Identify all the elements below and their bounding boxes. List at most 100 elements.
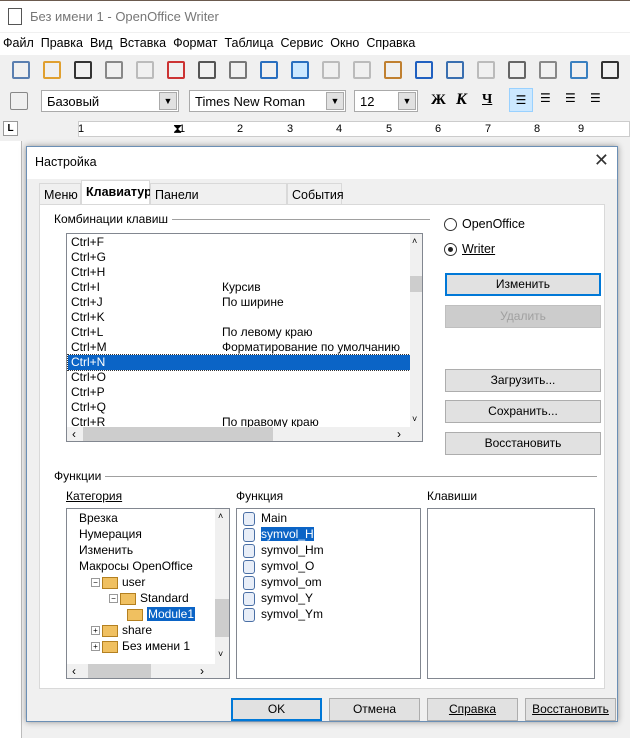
shortcut-row[interactable]: Ctrl+F — [68, 235, 412, 250]
function-item[interactable]: Main — [240, 511, 324, 527]
table-icon[interactable] — [539, 61, 557, 79]
function-item[interactable]: symvol_O — [240, 559, 324, 575]
radio-openoffice-label[interactable]: OpenOffice — [462, 217, 525, 231]
shortcut-row[interactable]: Ctrl+Q — [68, 400, 412, 415]
styles-icon[interactable] — [10, 92, 28, 110]
font-name-combo[interactable]: Times New Roman ▼ — [189, 90, 346, 112]
align-center-button[interactable]: ☰ — [540, 91, 551, 105]
function-item[interactable]: symvol_Y — [240, 591, 324, 607]
menu-item[interactable]: Формат — [170, 33, 221, 55]
cancel-button[interactable]: Отмена — [329, 698, 420, 721]
menu-item[interactable]: Справка — [363, 33, 419, 55]
close-icon[interactable]: ✕ — [594, 150, 609, 171]
paste-icon[interactable] — [384, 61, 402, 79]
category-tree[interactable]: Врезка Нумерация Изменить Макросы OpenOffic… — [66, 508, 230, 679]
underline-button[interactable]: Ч — [482, 92, 492, 108]
redo-icon[interactable] — [477, 61, 495, 79]
chevron-left-icon[interactable]: ‹ — [72, 664, 76, 678]
collapse-icon[interactable]: − — [91, 578, 100, 588]
scroll-thumb[interactable] — [215, 599, 229, 637]
shortcut-row[interactable]: Ctrl+O — [68, 370, 412, 385]
horizontal-scrollbar[interactable]: ‹ › — [67, 427, 422, 441]
menu-item[interactable]: Вид — [87, 33, 117, 55]
menu-item[interactable]: Таблица — [221, 33, 277, 55]
save-button[interactable]: Сохранить... — [445, 400, 601, 423]
draw-icon[interactable] — [570, 61, 588, 79]
menu-item[interactable]: Окно — [327, 33, 363, 55]
reset-keys-button[interactable]: Восстановить — [445, 432, 601, 455]
chevron-down-icon[interactable]: ˅ — [218, 649, 223, 659]
chevron-down-icon[interactable]: ▼ — [159, 92, 177, 110]
email-icon[interactable] — [105, 61, 123, 79]
autospellcheck-icon[interactable] — [291, 61, 309, 79]
keys-list[interactable] — [427, 508, 595, 679]
chevron-right-icon[interactable]: › — [397, 427, 401, 441]
tab-keyboard[interactable]: Клавиатура — [81, 180, 159, 205]
delete-button[interactable]: Удалить — [445, 305, 601, 328]
collapse-icon[interactable]: − — [109, 594, 118, 604]
category-item[interactable]: Макросы OpenOffice — [67, 559, 217, 575]
shortcut-row[interactable]: Ctrl+L По левому краю — [68, 325, 412, 340]
shortcut-row[interactable]: Ctrl+P — [68, 385, 412, 400]
shortcut-row[interactable]: Ctrl+I Курсив — [68, 280, 412, 295]
shortcut-row[interactable]: Ctrl+J По ширине — [68, 295, 412, 310]
category-item[interactable]: + share — [67, 623, 217, 639]
chevron-up-icon[interactable]: ˄ — [412, 236, 417, 246]
category-item[interactable]: − user — [67, 575, 217, 591]
menu-item[interactable]: Правка — [38, 33, 87, 55]
chevron-down-icon[interactable]: ▼ — [326, 92, 344, 110]
new-document-icon[interactable] — [12, 61, 30, 79]
bold-button[interactable]: Ж — [431, 92, 446, 109]
clone-format-icon[interactable] — [415, 61, 433, 79]
shortcut-row[interactable]: Ctrl+M Форматирование по умолчанию — [68, 340, 412, 355]
category-item[interactable]: Нумерация — [67, 527, 217, 543]
horizontal-scrollbar[interactable]: ‹ › — [67, 664, 229, 678]
chevron-left-icon[interactable]: ‹ — [72, 427, 76, 441]
chevron-right-icon[interactable]: › — [200, 664, 204, 678]
function-item[interactable]: symvol_om — [240, 575, 324, 591]
paragraph-style-combo[interactable]: Базовый ▼ — [41, 90, 179, 112]
category-item[interactable]: + Без имени 1 — [67, 639, 217, 655]
help-button[interactable]: Справка — [427, 698, 518, 721]
align-left-button[interactable]: ☰ — [509, 88, 533, 112]
function-item[interactable]: symvol_Ym — [240, 607, 324, 623]
shortcut-row[interactable]: Ctrl+H — [68, 265, 412, 280]
radio-openoffice[interactable] — [444, 218, 457, 231]
save-icon[interactable] — [74, 61, 92, 79]
page-preview-icon[interactable] — [229, 61, 247, 79]
menu-item[interactable]: Сервис — [277, 33, 327, 55]
indent-marker-icon[interactable]: ⧗ — [173, 121, 182, 137]
vertical-scrollbar[interactable]: ˄ ˅ — [410, 234, 422, 429]
align-right-button[interactable]: ☰ — [565, 91, 576, 105]
scroll-thumb[interactable] — [83, 427, 273, 441]
radio-writer[interactable] — [444, 243, 457, 256]
edit-file-icon[interactable] — [136, 61, 154, 79]
tab-events[interactable]: События — [287, 183, 344, 205]
category-item[interactable]: Module1 — [67, 607, 217, 623]
load-button[interactable]: Загрузить... — [445, 369, 601, 392]
tab-stop-selector[interactable]: L — [3, 121, 18, 136]
tab-menu[interactable]: Меню — [39, 183, 81, 205]
font-size-combo[interactable]: 12 ▼ — [354, 90, 418, 112]
menu-item[interactable]: Файл — [0, 33, 38, 55]
copy-icon[interactable] — [353, 61, 371, 79]
chevron-down-icon[interactable]: ▼ — [398, 92, 416, 110]
menu-item[interactable]: Вставка — [117, 33, 170, 55]
shortcut-row[interactable]: Ctrl+N — [67, 354, 413, 371]
category-item[interactable]: Изменить — [67, 543, 217, 559]
function-item[interactable]: symvol_H — [240, 527, 324, 543]
open-icon[interactable] — [43, 61, 61, 79]
scroll-thumb[interactable] — [88, 664, 151, 678]
vertical-scrollbar[interactable]: ˄ ˅ — [215, 509, 229, 664]
radio-writer-label[interactable]: Writer — [462, 242, 495, 256]
shortcut-row[interactable]: Ctrl+K — [68, 310, 412, 325]
horizontal-ruler[interactable]: L 1 1 2 3 4 5 6 7 8 9 ⧗ — [0, 117, 630, 141]
reset-button[interactable]: Восстановить — [525, 698, 616, 721]
spellcheck-icon[interactable] — [260, 61, 278, 79]
export-pdf-icon[interactable] — [167, 61, 185, 79]
chevron-down-icon[interactable]: ˅ — [412, 414, 417, 424]
modify-button[interactable]: Изменить — [445, 273, 601, 296]
print-icon[interactable] — [198, 61, 216, 79]
navigator-icon[interactable] — [508, 61, 526, 79]
category-item[interactable]: Врезка — [67, 511, 217, 527]
